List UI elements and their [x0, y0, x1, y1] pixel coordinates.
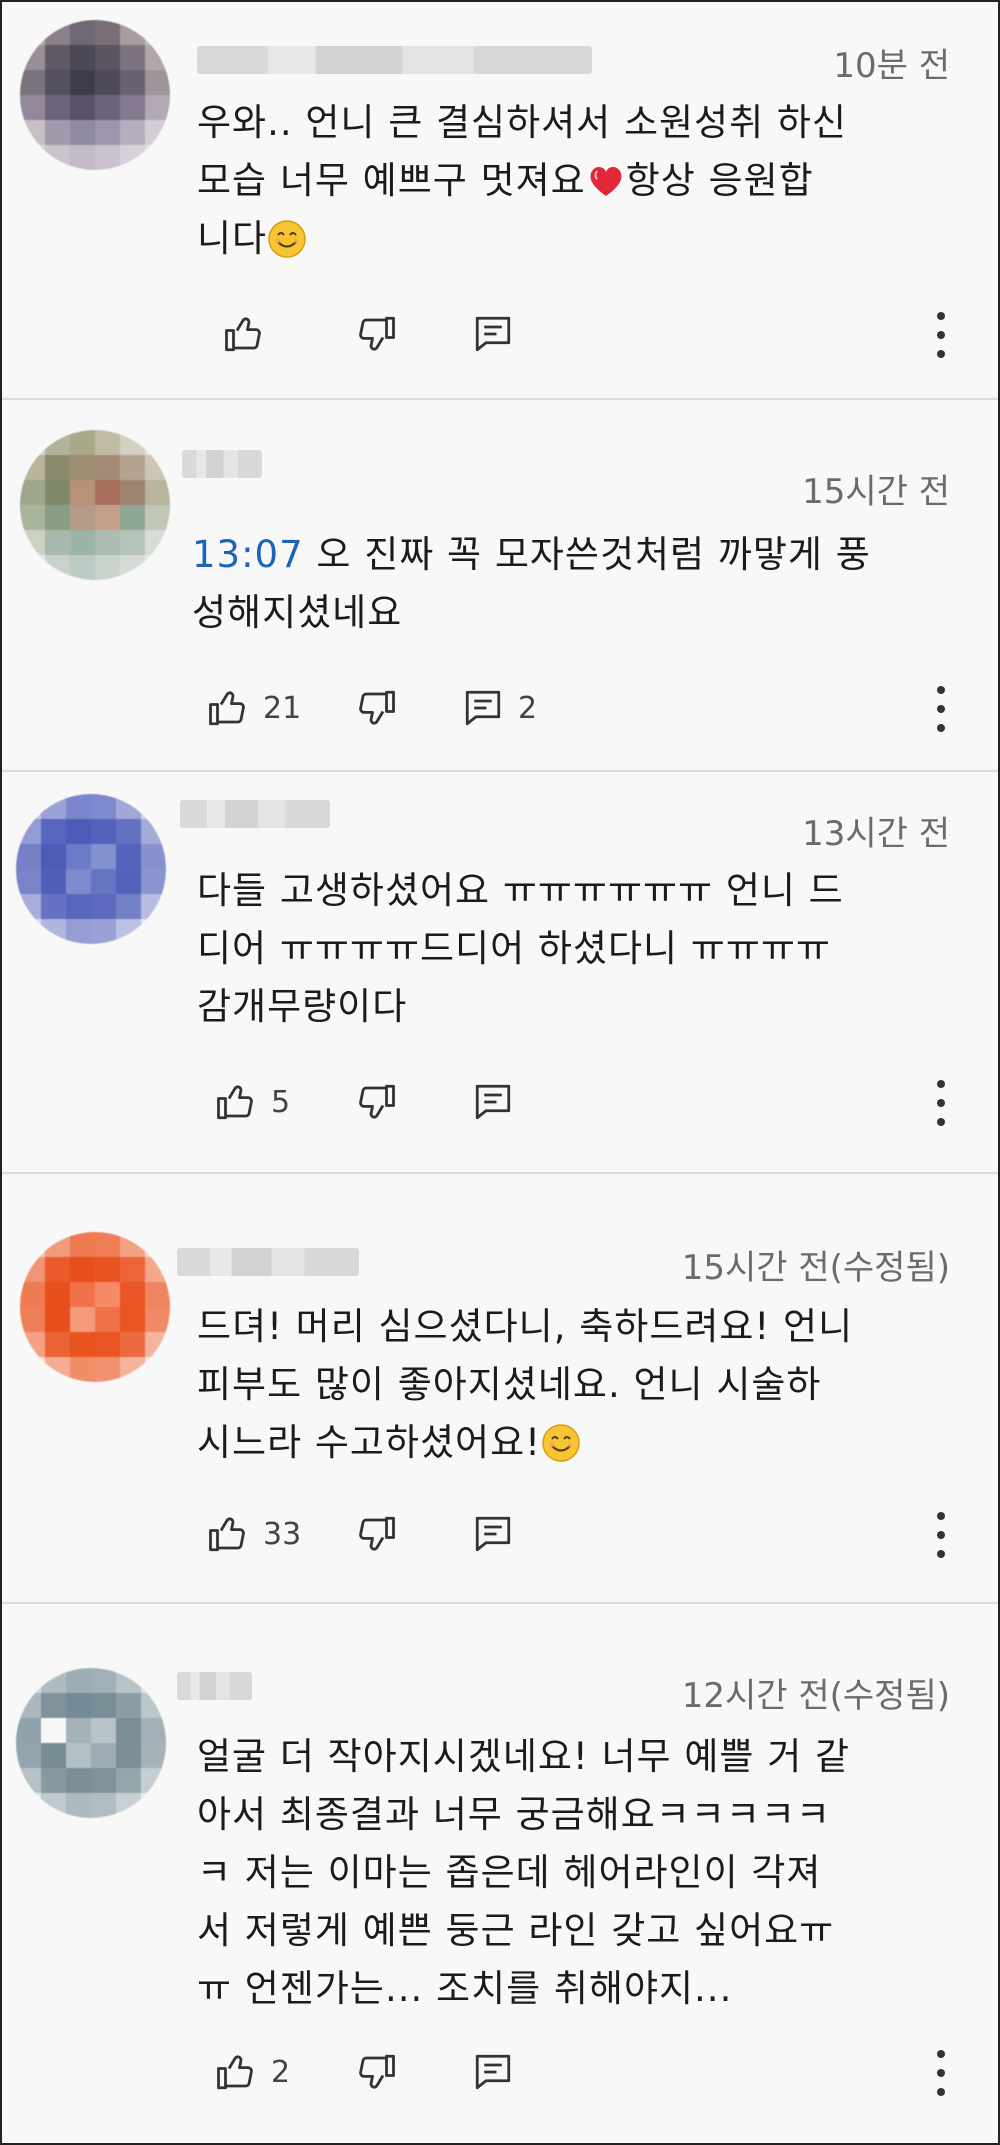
reply-button[interactable]: [472, 1072, 514, 1132]
more-vertical-icon: [937, 686, 945, 732]
more-options-button[interactable]: [934, 1510, 948, 1564]
comment-list: 10분 전 우와.. 언니 큰 결심하셔서 소원성취 하신 모습 너무 예쁘구 …: [0, 0, 1000, 2145]
reply-comment-icon: [475, 1516, 511, 1552]
like-button[interactable]: [223, 304, 265, 364]
comment-item: 15시간 전 13:07 오 진짜 꼭 모자쓴것처럼 까맣게 풍 성해지셨네요 …: [2, 400, 998, 772]
thumbs-down-icon: [359, 690, 395, 725]
dislike-button[interactable]: [355, 678, 397, 738]
comment-item: 13시간 전 다들 고생하셨어요 ㅠㅠㅠㅠㅠㅠ 언니 드 디어 ㅠㅠㅠㅠ드디어 …: [2, 772, 998, 1174]
reply-comment-icon: [475, 1084, 511, 1120]
smiling-face-emoji-icon: [267, 218, 307, 258]
more-options-button[interactable]: [934, 2048, 948, 2102]
more-vertical-icon: [937, 1512, 945, 1558]
thumbs-up-icon: [225, 317, 261, 352]
dislike-button[interactable]: [355, 1072, 397, 1132]
comment-actions: 21 2: [197, 678, 958, 738]
comment-time: 12시간 전(수정됨): [681, 1676, 950, 1716]
comment-actions: 2: [197, 2042, 958, 2102]
author-name[interactable]: [180, 800, 330, 828]
reply-comment-icon: [465, 690, 501, 726]
thumbs-down-icon: [359, 1084, 395, 1119]
author-name[interactable]: [177, 1248, 359, 1276]
more-vertical-icon: [937, 1080, 945, 1126]
comment-time: 13시간 전: [802, 814, 950, 854]
comment-actions: [197, 304, 958, 364]
avatar[interactable]: [20, 430, 170, 580]
reply-comment-icon: [475, 2054, 511, 2090]
reply-button[interactable]: 2: [462, 678, 537, 738]
dislike-button[interactable]: [355, 304, 397, 364]
thumbs-down-icon: [359, 1516, 395, 1551]
like-count: 5: [271, 1084, 291, 1120]
reply-comment-icon: [475, 316, 511, 352]
comment-text: 13:07 오 진짜 꼭 모자쓴것처럼 까맣게 풍 성해지셨네요: [192, 533, 871, 634]
thumbs-up-icon: [217, 2055, 253, 2090]
dislike-button[interactable]: [355, 1504, 397, 1564]
comment-text: 드뎌! 머리 심으셨다니, 축하드려요! 언니 피부도 많이 좋아지셨네요. 언…: [197, 1305, 854, 1464]
author-name[interactable]: [177, 1672, 252, 1700]
more-vertical-icon: [937, 312, 945, 358]
dislike-button[interactable]: [355, 2042, 397, 2102]
thumbs-up-icon: [209, 1517, 245, 1552]
avatar[interactable]: [20, 20, 170, 170]
comment-text: 다들 고생하셨어요 ㅠㅠㅠㅠㅠㅠ 언니 드 디어 ㅠㅠㅠㅠ드디어 하셨다니 ㅠㅠ…: [197, 869, 844, 1028]
reply-count: 2: [518, 690, 538, 726]
thumbs-up-icon: [217, 1085, 253, 1120]
avatar[interactable]: [16, 794, 166, 944]
more-vertical-icon: [937, 2050, 945, 2096]
comment-item: 12시간 전(수정됨) 얼굴 더 작아지시겠네요! 너무 예쁠 거 같 아서 최…: [2, 1604, 998, 2143]
comment-text: 얼굴 더 작아지시겠네요! 너무 예쁠 거 같 아서 최종결과 너무 궁금해요ㅋ…: [197, 1735, 851, 2010]
like-button[interactable]: 33: [207, 1504, 301, 1564]
like-count: 33: [263, 1516, 302, 1552]
comment-actions: 5: [197, 1072, 958, 1132]
reply-button[interactable]: [472, 304, 514, 364]
thumbs-up-icon: [209, 691, 245, 726]
timestamp-link[interactable]: 13:07: [192, 533, 304, 576]
like-count: 2: [271, 2054, 291, 2090]
comment-time: 10분 전: [833, 46, 950, 86]
reply-button[interactable]: [472, 1504, 514, 1564]
comment-actions: 33: [197, 1504, 958, 1564]
comment-text: 우와.. 언니 큰 결심하셔서 소원성취 하신 모습 너무 예쁘구 멋져요 항상 …: [197, 101, 847, 260]
more-options-button[interactable]: [934, 310, 948, 364]
thumbs-down-icon: [359, 2054, 395, 2089]
comment-time: 15시간 전(수정됨): [681, 1248, 950, 1288]
comment-item: 15시간 전(수정됨) 드뎌! 머리 심으셨다니, 축하드려요! 언니 피부도 …: [2, 1174, 998, 1604]
like-button[interactable]: 5: [215, 1072, 290, 1132]
more-options-button[interactable]: [934, 684, 948, 738]
more-options-button[interactable]: [934, 1078, 948, 1132]
avatar[interactable]: [16, 1668, 166, 1818]
reply-button[interactable]: [472, 2042, 514, 2102]
like-count: 21: [263, 690, 302, 726]
comment-item: 10분 전 우와.. 언니 큰 결심하셔서 소원성취 하신 모습 너무 예쁘구 …: [2, 2, 998, 400]
like-button[interactable]: 2: [215, 2042, 290, 2102]
like-button[interactable]: 21: [207, 678, 301, 738]
thumbs-down-icon: [359, 316, 395, 351]
author-name[interactable]: [182, 450, 262, 478]
smiling-face-emoji-icon: [541, 1422, 581, 1462]
avatar[interactable]: [20, 1232, 170, 1382]
author-name[interactable]: [197, 46, 592, 74]
heart-emoji-icon: [586, 160, 626, 200]
comment-time: 15시간 전: [802, 472, 950, 512]
